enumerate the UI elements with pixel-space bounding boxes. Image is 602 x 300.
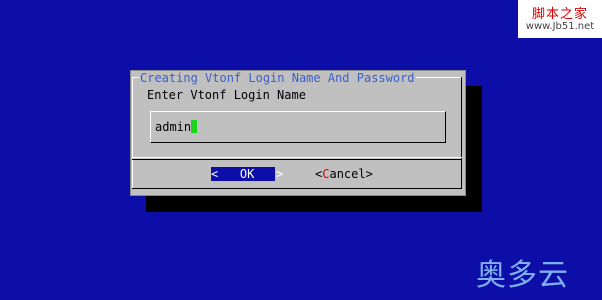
text-cursor xyxy=(191,120,198,133)
watermark-url: www.Jb51.net xyxy=(525,21,595,32)
ok-button[interactable]: < OK > xyxy=(211,167,283,181)
terminal-screen: 脚本之家 www.Jb51.net Creating Vtonf Login N… xyxy=(0,0,602,300)
dialog-prompt: Enter Vtonf Login Name xyxy=(147,88,306,102)
button-separator-light xyxy=(132,157,462,158)
login-name-dialog: Creating Vtonf Login Name And Password E… xyxy=(130,70,466,196)
dialog-frame-bottom xyxy=(132,188,462,189)
ok-bracket-left: < xyxy=(211,167,219,181)
cancel-button-label: ancel xyxy=(329,167,366,181)
cancel-button[interactable]: <Cancel> xyxy=(315,167,373,181)
brand-watermark: 奥多云 xyxy=(476,258,569,293)
dialog-frame-right xyxy=(461,77,462,188)
dialog-title: Creating Vtonf Login Name And Password xyxy=(139,71,416,85)
input-value-line: admin xyxy=(155,120,198,134)
input-text: admin xyxy=(155,120,192,134)
watermark-title: 脚本之家 xyxy=(531,7,588,22)
ok-bracket-right: > xyxy=(276,167,284,181)
button-separator-dark xyxy=(132,159,462,160)
dialog-frame-left xyxy=(132,77,133,188)
ok-button-label: OK xyxy=(239,167,255,181)
site-watermark: 脚本之家 www.Jb51.net xyxy=(518,0,602,38)
cancel-bracket-right: > xyxy=(365,167,373,181)
login-name-input[interactable]: admin xyxy=(150,111,446,143)
